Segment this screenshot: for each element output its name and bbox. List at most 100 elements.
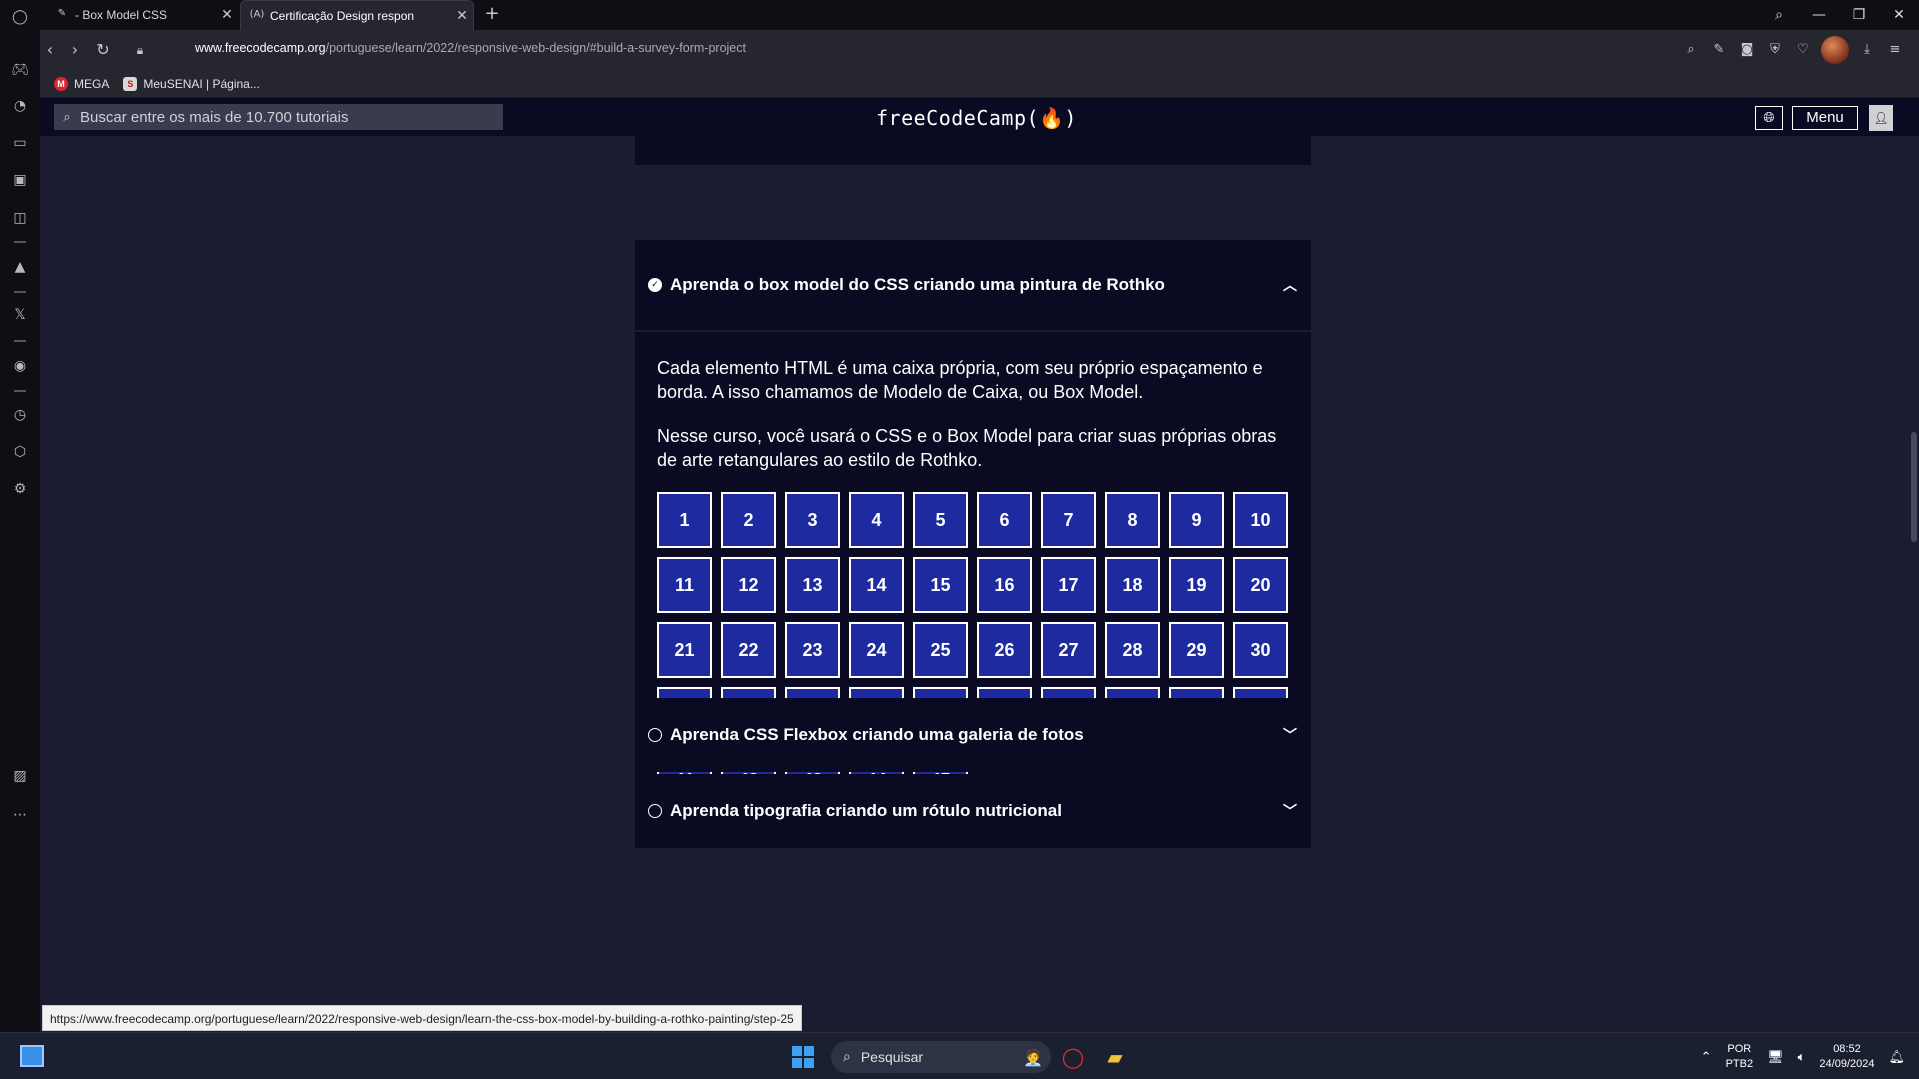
clock[interactable]: 08:52 24/09/2024 [1819,1042,1874,1072]
step-button[interactable]: 6 [977,492,1032,548]
taskbar-search[interactable]: ⌕ Pesquisar 🧑‍💼︎ [831,1041,1051,1073]
find-icon[interactable]: ⌕ [1681,38,1701,62]
file-explorer-icon[interactable]: ▰ [1100,1042,1130,1072]
minimize-icon[interactable]: — [1799,0,1839,30]
language-globe-icon[interactable]: 🌐︎ [1755,106,1783,130]
opera-logo-icon[interactable]: ◯ [10,7,30,27]
spotify-icon[interactable]: ◉ [10,356,30,376]
address-toolbar: ‹ › ↻ 🔒︎ www.freecodecamp.org/portuguese… [40,30,1919,70]
profile-avatar[interactable] [1821,36,1849,64]
chevron-down-icon: ﹀ [1283,728,1297,744]
step-button[interactable]: 11 [657,557,712,613]
scrollbar-thumb[interactable] [1911,432,1917,542]
camera-icon[interactable]: ◙ [1737,38,1757,62]
shopping-bag-icon[interactable]: ▭ [10,133,30,153]
step-button[interactable]: 10 [1233,492,1288,548]
step-button[interactable]: 20 [1233,557,1288,613]
download-icon[interactable]: ⤓ [1857,38,1877,62]
close-icon[interactable]: ✕ [451,8,473,24]
window-icon[interactable]: ◫ [10,208,30,228]
step-button[interactable]: 5 [913,492,968,548]
step-button[interactable]: 19 [1169,557,1224,613]
step-button[interactable]: 13 [785,557,840,613]
back-arrow-icon[interactable]: ‹ [40,40,60,60]
close-icon[interactable]: ✕ [216,7,238,23]
step-button[interactable]: 29 [1169,622,1224,678]
user-avatar-icon[interactable]: 👤︎ [1869,105,1893,131]
windows-start-icon[interactable] [792,1046,814,1068]
step-button[interactable]: 3 [785,492,840,548]
opera-taskbar-icon[interactable]: ◯ [1058,1042,1088,1072]
block-header[interactable]: Aprenda CSS Flexbox criando uma galeria … [635,698,1311,772]
search-tabs-icon[interactable]: ⌕ [1759,0,1799,30]
fcc-navbar: ⌕ freeCodeCamp(🔥) 🌐︎ Menu 👤︎ [40,98,1919,136]
chevron-up-icon[interactable]: ⌃ [1701,1050,1712,1065]
fcc-logo[interactable]: freeCodeCamp(🔥) [876,106,1077,130]
shield-icon[interactable]: ⛨ [1765,38,1785,62]
block-header[interactable]: Aprenda tipografia criando um rótulo nut… [635,774,1311,848]
block-description: Nesse curso, você usará o CSS e o Box Mo… [657,426,1277,470]
step-button[interactable]: 21 [657,622,712,678]
tab-box-model[interactable]: ✎ - Box Model CSS ✕ [46,0,238,30]
senai-icon: S [123,76,138,91]
step-button[interactable]: 14 [849,557,904,613]
volume-icon[interactable]: 🔈︎ [1798,1050,1806,1065]
more-dots-icon[interactable]: ⋯ [10,805,30,825]
step-button[interactable]: 17 [1041,557,1096,613]
step-button[interactable]: 23 [785,622,840,678]
search-bar[interactable]: ⌕ [54,104,503,130]
reload-icon[interactable]: ↻ [93,40,113,60]
forward-arrow-icon[interactable]: › [65,40,85,60]
history-clock-icon[interactable]: ◷ [10,405,30,425]
bookmark-label: MEGA [74,76,110,91]
step-button[interactable]: 16 [977,557,1032,613]
image-gallery-icon[interactable]: ▨ [10,766,30,786]
tab-certificacao[interactable]: (A) Certificação Design respon ✕ [240,0,474,30]
step-button[interactable]: 22 [721,622,776,678]
step-button[interactable]: 30 [1233,622,1288,678]
system-tray: ⌃ POR PTB2 🖥︎ 🔈︎ 08:52 24/09/2024 🔔︎ [1701,1038,1905,1076]
step-button[interactable]: 28 [1105,622,1160,678]
easy-setup-menu-icon[interactable]: ≡ [1885,38,1905,62]
sidebar-divider [14,291,26,293]
heart-icon[interactable]: ♡ [1793,38,1813,62]
address-bar[interactable]: www.freecodecamp.org/portuguese/learn/20… [195,41,746,55]
step-button[interactable]: 27 [1041,622,1096,678]
step-button[interactable]: 15 [913,557,968,613]
speed-dial-icon[interactable]: ◔ [10,96,30,116]
twitch-icon[interactable]: ▣ [10,170,30,190]
aria-icon[interactable]: ▲ [10,257,30,277]
notification-bell-icon[interactable]: 🔔︎ [1888,1050,1905,1065]
language-indicator[interactable]: POR PTB2 [1726,1042,1754,1072]
menu-button[interactable]: Menu [1792,106,1858,130]
network-icon[interactable]: 🖥︎ [1767,1050,1784,1065]
step-button[interactable]: 12 [721,557,776,613]
step-button[interactable]: 25 [913,622,968,678]
search-input[interactable] [80,108,503,126]
block-header[interactable]: ✓ Aprenda o box model do CSS criando uma… [635,240,1311,330]
x-twitter-icon[interactable]: 𝕏 [10,305,30,325]
restore-icon[interactable]: ❐ [1839,0,1879,30]
step-button[interactable]: 1 [657,492,712,548]
step-button[interactable]: 24 [849,622,904,678]
settings-gear-icon[interactable]: ⚙ [10,479,30,499]
new-tab-plus-icon[interactable]: + [482,4,502,24]
step-button[interactable]: 2 [721,492,776,548]
bookmark-mega[interactable]: M MEGA [54,76,110,91]
gamepad-icon[interactable]: 🎮︎ [10,60,30,80]
step-button[interactable]: 26 [977,622,1032,678]
widgets-icon[interactable] [20,1045,44,1067]
page-scrollbar[interactable] [1908,136,1919,1032]
close-window-icon[interactable]: ✕ [1879,0,1919,30]
step-button[interactable]: 9 [1169,492,1224,548]
step-button[interactable]: 8 [1105,492,1160,548]
previous-block-bottom [635,136,1311,165]
step-button[interactable]: 18 [1105,557,1160,613]
step-button[interactable]: 4 [849,492,904,548]
cube-icon[interactable]: ⬡ [10,442,30,462]
bookmark-meusenai[interactable]: S MeuSENAI | Página... [123,76,260,91]
step-button[interactable]: 7 [1041,492,1096,548]
url-path: /portuguese/learn/2022/responsive-web-de… [325,41,746,55]
sidebar-divider [14,340,26,342]
share-icon[interactable]: ✎ [1709,38,1729,62]
